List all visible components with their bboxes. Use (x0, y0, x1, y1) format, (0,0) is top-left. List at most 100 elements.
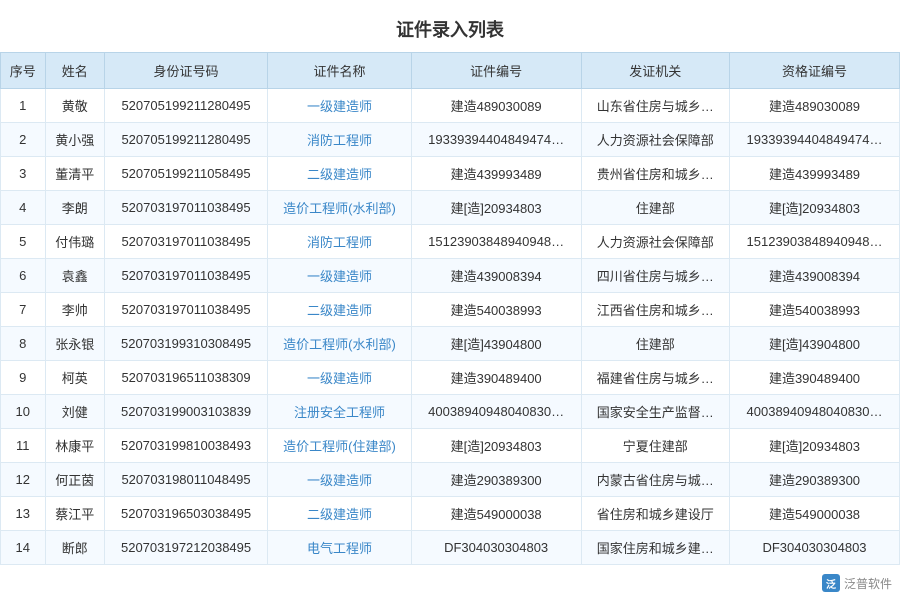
cell-certno: 建造390489400 (411, 361, 581, 395)
cell-certname[interactable]: 消防工程师 (268, 225, 411, 259)
cell-name: 付伟璐 (45, 225, 104, 259)
cell-seq: 6 (1, 259, 46, 293)
cell-certname[interactable]: 一级建造师 (268, 361, 411, 395)
table-header-row: 序号 姓名 身份证号码 证件名称 证件编号 发证机关 资格证编号 (1, 53, 900, 89)
cell-idno: 520705199211280495 (104, 89, 267, 123)
cell-certno: DF304030304803 (411, 531, 581, 565)
cell-qualno: 建[造]20934803 (729, 429, 899, 463)
cell-qualno: DF304030304803 (729, 531, 899, 565)
cell-certno: 15123903848940948… (411, 225, 581, 259)
table-row: 10刘健520703199003103839注册安全工程师40038940948… (1, 395, 900, 429)
cell-certno: 19339394404849474… (411, 123, 581, 157)
cell-name: 李帅 (45, 293, 104, 327)
cell-certno: 建[造]20934803 (411, 429, 581, 463)
cell-name: 黄小强 (45, 123, 104, 157)
cell-qualno: 建造390489400 (729, 361, 899, 395)
cell-certno: 40038940948040830… (411, 395, 581, 429)
table-row: 3董清平520705199211058495二级建造师建造439993489贵州… (1, 157, 900, 191)
cell-issuer: 山东省住房与城乡… (581, 89, 729, 123)
cell-idno: 520705199211058495 (104, 157, 267, 191)
cell-name: 黄敬 (45, 89, 104, 123)
cell-certname[interactable]: 电气工程师 (268, 531, 411, 565)
cell-qualno: 15123903848940948… (729, 225, 899, 259)
cell-certno: 建造439993489 (411, 157, 581, 191)
cell-name: 董清平 (45, 157, 104, 191)
cell-certname[interactable]: 一级建造师 (268, 463, 411, 497)
cell-issuer: 国家住房和城乡建… (581, 531, 729, 565)
cell-issuer: 内蒙古省住房与城… (581, 463, 729, 497)
cell-seq: 1 (1, 89, 46, 123)
cell-issuer: 人力资源社会保障部 (581, 225, 729, 259)
table-row: 5付伟璐520703197011038495消防工程师1512390384894… (1, 225, 900, 259)
cell-seq: 14 (1, 531, 46, 565)
cell-seq: 7 (1, 293, 46, 327)
cell-certname[interactable]: 一级建造师 (268, 259, 411, 293)
col-header-certno: 证件编号 (411, 53, 581, 89)
cell-idno: 520703198011048495 (104, 463, 267, 497)
cell-certno: 建造439008394 (411, 259, 581, 293)
cell-idno: 520703197011038495 (104, 225, 267, 259)
cell-idno: 520705199211280495 (104, 123, 267, 157)
cell-certno: 建造540038993 (411, 293, 581, 327)
cell-certname[interactable]: 一级建造师 (268, 89, 411, 123)
cell-certname[interactable]: 造价工程师(水利部) (268, 327, 411, 361)
cell-issuer: 省住房和城乡建设厅 (581, 497, 729, 531)
cell-certname[interactable]: 二级建造师 (268, 497, 411, 531)
cell-seq: 12 (1, 463, 46, 497)
cell-certno: 建造489030089 (411, 89, 581, 123)
cell-idno: 520703197011038495 (104, 293, 267, 327)
cell-idno: 520703199310308495 (104, 327, 267, 361)
cell-seq: 4 (1, 191, 46, 225)
cell-certname[interactable]: 二级建造师 (268, 293, 411, 327)
cell-qualno: 建造439993489 (729, 157, 899, 191)
cell-name: 张永银 (45, 327, 104, 361)
cell-name: 柯英 (45, 361, 104, 395)
col-header-seq: 序号 (1, 53, 46, 89)
table-row: 14断郎520703197212038495电气工程师DF30403030480… (1, 531, 900, 565)
col-header-idno: 身份证号码 (104, 53, 267, 89)
col-header-certname: 证件名称 (268, 53, 411, 89)
table-row: 12何正茵520703198011048495一级建造师建造290389300内… (1, 463, 900, 497)
cell-issuer: 人力资源社会保障部 (581, 123, 729, 157)
cell-certno: 建造549000038 (411, 497, 581, 531)
cell-certname[interactable]: 造价工程师(水利部) (268, 191, 411, 225)
table-row: 2黄小强520705199211280495消防工程师1933939440484… (1, 123, 900, 157)
cell-issuer: 住建部 (581, 327, 729, 361)
cell-qualno: 19339394404849474… (729, 123, 899, 157)
cell-seq: 11 (1, 429, 46, 463)
cell-issuer: 四川省住房与城乡… (581, 259, 729, 293)
cell-qualno: 建造290389300 (729, 463, 899, 497)
watermark-text: 泛普软件 (844, 575, 892, 592)
cell-idno: 520703197212038495 (104, 531, 267, 565)
col-header-issuer: 发证机关 (581, 53, 729, 89)
cell-seq: 8 (1, 327, 46, 361)
cert-table: 序号 姓名 身份证号码 证件名称 证件编号 发证机关 资格证编号 1黄敬5207… (0, 52, 900, 565)
cell-name: 刘健 (45, 395, 104, 429)
cell-certname[interactable]: 注册安全工程师 (268, 395, 411, 429)
table-row: 13蔡江平520703196503038495二级建造师建造549000038省… (1, 497, 900, 531)
watermark: 泛 泛普软件 (822, 574, 892, 592)
table-row: 4李朗520703197011038495造价工程师(水利部)建[造]20934… (1, 191, 900, 225)
cell-name: 何正茵 (45, 463, 104, 497)
cell-certname[interactable]: 造价工程师(住建部) (268, 429, 411, 463)
cell-certno: 建[造]20934803 (411, 191, 581, 225)
cell-qualno: 40038940948040830… (729, 395, 899, 429)
cell-issuer: 江西省住房和城乡… (581, 293, 729, 327)
cell-qualno: 建造549000038 (729, 497, 899, 531)
cell-qualno: 建造540038993 (729, 293, 899, 327)
cell-certname[interactable]: 二级建造师 (268, 157, 411, 191)
cell-certname[interactable]: 消防工程师 (268, 123, 411, 157)
col-header-name: 姓名 (45, 53, 104, 89)
table-row: 7李帅520703197011038495二级建造师建造540038993江西省… (1, 293, 900, 327)
cell-seq: 9 (1, 361, 46, 395)
cell-qualno: 建造489030089 (729, 89, 899, 123)
page-title: 证件录入列表 (0, 0, 900, 52)
table-row: 6袁鑫520703197011038495一级建造师建造439008394四川省… (1, 259, 900, 293)
cell-qualno: 建造439008394 (729, 259, 899, 293)
cell-idno: 520703196511038309 (104, 361, 267, 395)
cell-certno: 建造290389300 (411, 463, 581, 497)
cell-seq: 10 (1, 395, 46, 429)
cell-seq: 3 (1, 157, 46, 191)
cell-issuer: 贵州省住房和城乡… (581, 157, 729, 191)
table-row: 11林康平520703199810038493造价工程师(住建部)建[造]209… (1, 429, 900, 463)
